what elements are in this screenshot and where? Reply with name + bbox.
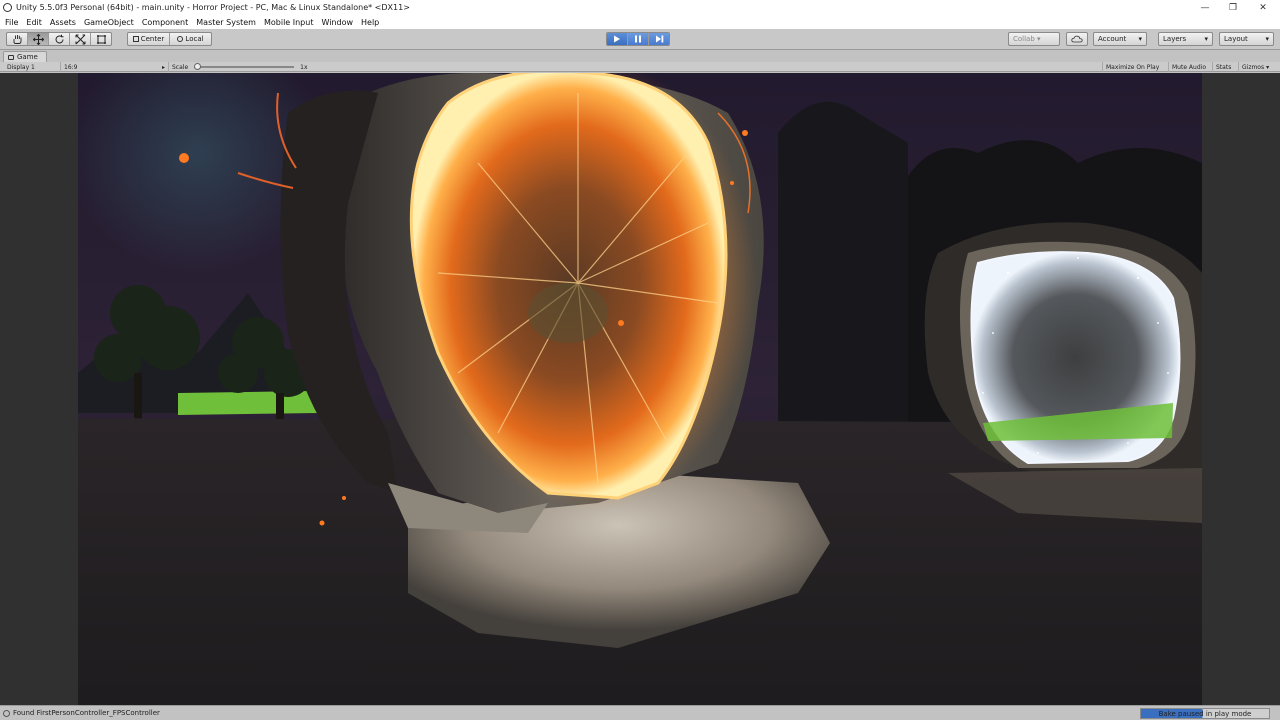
pivot-center-label: Center — [140, 35, 165, 43]
chevron-down-icon: ▾ — [1204, 35, 1208, 43]
menu-component[interactable]: Component — [139, 18, 191, 27]
main-toolbar: Center Local Collab ▾ Account ▾ Layers ▾… — [0, 29, 1280, 50]
scale-tool-button[interactable] — [70, 33, 91, 45]
local-icon — [177, 36, 184, 42]
chevron-down-icon: ▾ — [1266, 63, 1270, 71]
mute-audio-toggle[interactable]: Mute Audio — [1168, 62, 1212, 72]
bake-status-label: Bake paused in play mode — [1158, 709, 1252, 718]
gizmos-label: Gizmos — [1242, 63, 1265, 71]
game-view-icon — [8, 54, 14, 60]
move-tool-icon — [32, 33, 44, 45]
hand-tool-icon — [13, 35, 21, 44]
menu-bar: File Edit Assets GameObject Component Ma… — [0, 15, 1280, 29]
account-label: Account — [1098, 35, 1127, 43]
menu-assets[interactable]: Assets — [47, 18, 79, 27]
pivot-local-button[interactable]: Local — [170, 33, 211, 45]
play-button[interactable] — [607, 33, 628, 45]
scale-label: Scale — [172, 63, 189, 71]
scale-control: Scale 1x — [168, 62, 312, 72]
layers-dropdown[interactable]: Layers ▾ — [1158, 32, 1213, 46]
minimize-button[interactable]: — — [1190, 0, 1220, 15]
menu-window[interactable]: Window — [318, 18, 356, 27]
status-bar: Found FirstPersonController_FPSControlle… — [0, 705, 1280, 720]
collab-label: Collab ▾ — [1013, 35, 1041, 43]
play-icon — [614, 35, 620, 43]
maximize-on-play-label: Maximize On Play — [1106, 63, 1160, 71]
aspect-label: 16:9 — [64, 63, 78, 71]
info-icon — [3, 709, 10, 717]
step-icon — [655, 35, 663, 43]
layout-dropdown[interactable]: Layout ▾ — [1219, 32, 1274, 46]
display-dropdown[interactable]: Display 1 — [4, 62, 58, 72]
pivot-center-button[interactable]: Center — [128, 33, 170, 45]
game-view-controls: Display 1 16:9 ▸ Scale 1x Maximize On Pl… — [0, 62, 1280, 72]
display-label: Display 1 — [7, 63, 35, 71]
window-title: Unity 5.5.0f3 Personal (64bit) - main.un… — [16, 3, 410, 12]
game-tab-bar: Game — [0, 51, 1280, 62]
menu-mobile-input[interactable]: Mobile Input — [261, 18, 317, 27]
collab-dropdown[interactable]: Collab ▾ — [1008, 32, 1060, 46]
tab-game[interactable]: Game — [3, 51, 47, 62]
rect-tool-icon — [96, 34, 106, 44]
game-viewport[interactable] — [0, 73, 1280, 705]
pause-icon — [635, 35, 641, 43]
scale-value: 1x — [300, 63, 308, 71]
unity-editor-window: Unity 5.5.0f3 Personal (64bit) - main.un… — [0, 0, 1280, 720]
chevron-down-icon: ▾ — [1138, 35, 1142, 43]
stats-toggle[interactable]: Stats — [1212, 62, 1238, 72]
pivot-toggles: Center Local — [127, 32, 212, 46]
pause-button[interactable] — [628, 33, 649, 45]
title-bar: Unity 5.5.0f3 Personal (64bit) - main.un… — [0, 0, 1280, 15]
menu-file[interactable]: File — [2, 18, 21, 27]
scale-tool-icon — [75, 34, 85, 44]
hand-tool-button[interactable] — [7, 33, 28, 45]
scale-slider[interactable] — [194, 63, 295, 70]
pivot-local-label: Local — [185, 35, 204, 43]
aspect-dropdown[interactable]: 16:9 ▸ — [60, 62, 168, 72]
rotate-tool-button[interactable] — [49, 33, 70, 45]
game-scene-render — [78, 73, 1202, 705]
scale-slider-thumb[interactable] — [194, 63, 202, 70]
move-tool-button[interactable] — [28, 33, 49, 45]
chevron-right-icon: ▸ — [161, 63, 165, 71]
gizmos-dropdown[interactable]: Gizmos ▾ — [1238, 62, 1278, 72]
tab-game-label: Game — [17, 53, 38, 61]
account-dropdown[interactable]: Account ▾ — [1093, 32, 1147, 46]
step-button[interactable] — [649, 33, 669, 45]
play-controls — [606, 32, 670, 46]
console-message[interactable]: Found FirstPersonController_FPSControlle… — [13, 709, 160, 717]
unity-logo-icon — [3, 3, 12, 12]
rect-tool-button[interactable] — [91, 33, 111, 45]
chevron-down-icon: ▾ — [1265, 35, 1269, 43]
cloud-button[interactable] — [1066, 32, 1088, 46]
menu-edit[interactable]: Edit — [23, 18, 45, 27]
close-button[interactable]: ✕ — [1248, 0, 1278, 15]
mute-audio-label: Mute Audio — [1172, 63, 1206, 71]
layers-label: Layers — [1163, 35, 1187, 43]
maximize-on-play-toggle[interactable]: Maximize On Play — [1102, 62, 1168, 72]
maximize-button[interactable]: ❐ — [1218, 0, 1248, 15]
menu-master-system[interactable]: Master System — [193, 18, 259, 27]
bake-progress[interactable]: Bake paused in play mode — [1140, 708, 1270, 719]
rotate-tool-icon — [55, 34, 63, 43]
cloud-icon — [1071, 35, 1083, 43]
menu-help[interactable]: Help — [358, 18, 382, 27]
menu-gameobject[interactable]: GameObject — [81, 18, 137, 27]
stats-label: Stats — [1216, 63, 1232, 71]
layout-label: Layout — [1224, 35, 1248, 43]
transform-tools — [6, 32, 112, 46]
center-icon — [132, 36, 139, 42]
